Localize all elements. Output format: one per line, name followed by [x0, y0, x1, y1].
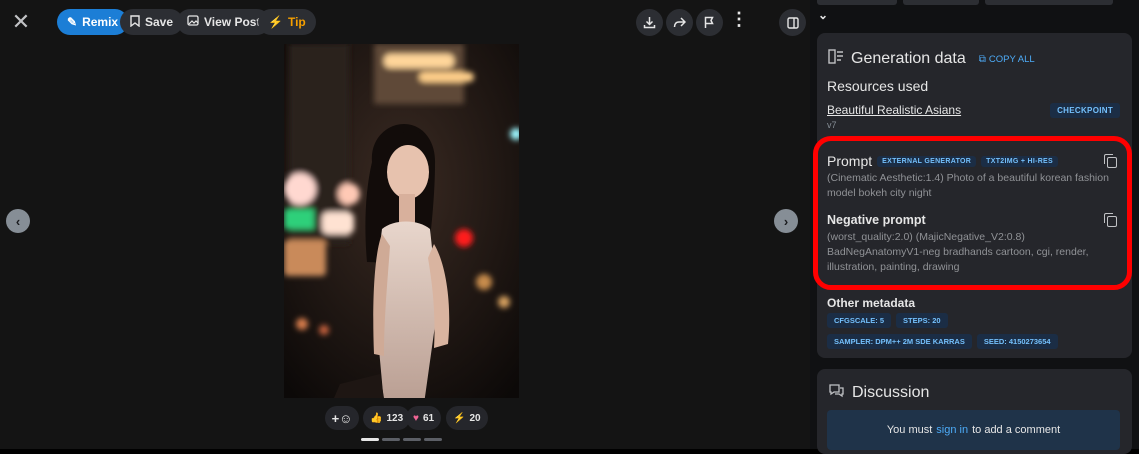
other-metadata-heading: Other metadata: [827, 296, 916, 310]
discussion-card: Discussion You must sign in to add a com…: [817, 369, 1132, 454]
remix-button[interactable]: ✎ Remix: [57, 9, 129, 35]
sign-in-prefix: You must: [886, 424, 933, 436]
bookmark-icon: [130, 14, 140, 30]
thumbs-up-reaction[interactable]: 👍 123: [363, 406, 411, 430]
thumbs-up-icon: 👍: [370, 412, 383, 424]
previous-image-button[interactable]: ‹: [6, 209, 30, 233]
sign-in-link[interactable]: sign in: [936, 424, 968, 436]
generation-data-title: Generation data: [851, 50, 966, 67]
image-icon: [187, 15, 199, 29]
save-label: Save: [145, 15, 174, 29]
sign-in-suffix: to add a comment: [972, 424, 1061, 436]
discussion-title: Discussion: [852, 384, 930, 401]
tag-chip[interactable]: [817, 0, 897, 5]
view-post-button[interactable]: View Post: [177, 9, 271, 35]
info-layout-icon: [828, 49, 844, 69]
metadata-badge: STEPS: 20: [896, 313, 948, 328]
next-image-button[interactable]: ›: [774, 209, 798, 233]
carousel-indicator[interactable]: [382, 438, 400, 441]
tip-label: Tip: [287, 15, 306, 29]
copy-icon: ⧉: [978, 53, 986, 65]
resources-heading: Resources used: [827, 78, 929, 94]
bolt-icon: ⚡: [268, 15, 283, 29]
add-reaction-icon: +☺: [331, 410, 353, 426]
save-button[interactable]: Save: [120, 9, 184, 35]
chat-icon: [828, 383, 845, 403]
add-reaction-button[interactable]: +☺: [325, 406, 359, 430]
tag-strip: [810, 0, 1139, 6]
chevron-down-icon[interactable]: ⌄: [818, 8, 828, 22]
more-options-icon[interactable]: ⋮: [730, 10, 748, 30]
carousel-indicator[interactable]: [424, 438, 442, 441]
tip-button[interactable]: ⚡ Tip: [258, 9, 316, 35]
thumbs-up-count: 123: [386, 412, 404, 424]
generated-image: [284, 44, 519, 398]
image-viewer: ✕ ✎ Remix Save View Post ⚡ Tip ⋮ ‹ › +☺ …: [0, 0, 810, 449]
heart-count: 61: [422, 412, 435, 424]
flag-icon[interactable]: [696, 9, 723, 36]
tag-chip[interactable]: [903, 0, 979, 5]
metadata-badge: SEED: 4150273654: [976, 334, 1058, 349]
carousel-indicator[interactable]: [403, 438, 421, 441]
heart-icon: ♥: [413, 412, 419, 424]
download-icon[interactable]: [636, 9, 663, 36]
prompt-highlight-outline: [813, 136, 1132, 290]
copy-all-button[interactable]: ⧉ COPY ALL: [979, 54, 1035, 65]
bolt-reaction[interactable]: ⚡ 20: [446, 406, 488, 430]
copy-all-label: COPY ALL: [988, 53, 1035, 65]
sidebar-toggle-icon[interactable]: [779, 9, 806, 36]
bolt-count: 20: [469, 412, 481, 424]
carousel-indicator[interactable]: [361, 438, 379, 441]
resource-version: v7: [827, 120, 837, 130]
resource-link[interactable]: Beautiful Realistic Asians: [827, 103, 961, 117]
remix-label: Remix: [82, 15, 119, 29]
heart-reaction[interactable]: ♥ 61: [406, 406, 442, 430]
close-icon[interactable]: ✕: [10, 11, 32, 33]
pencil-icon: ✎: [67, 15, 78, 29]
tag-chip[interactable]: [985, 0, 1113, 5]
bolt-icon: ⚡: [453, 412, 466, 424]
metadata-badge: CFGSCALE: 5: [827, 313, 892, 328]
resource-type-badge: CHECKPOINT: [1050, 103, 1120, 118]
sign-in-notice: You must sign in to add a comment: [827, 410, 1120, 450]
share-icon[interactable]: [666, 9, 693, 36]
view-post-label: View Post: [204, 15, 261, 29]
metadata-badge: SAMPLER: DPM++ 2M SDE KARRAS: [827, 334, 972, 349]
